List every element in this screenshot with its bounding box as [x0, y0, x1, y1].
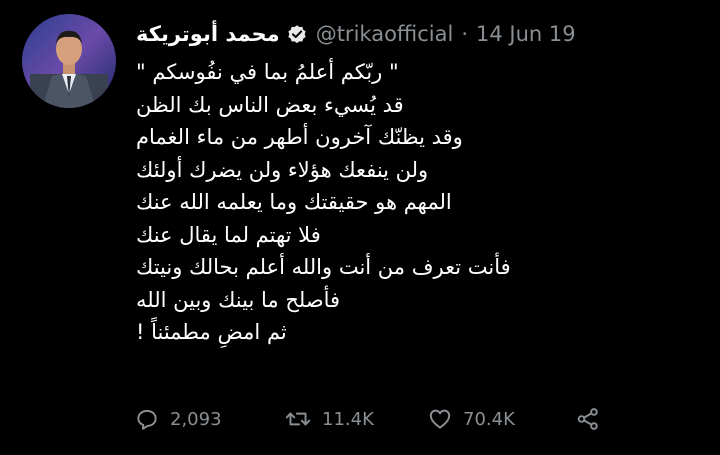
tweet-line: قد يُسيء بعض الناس بك الظن	[136, 92, 404, 117]
share-button[interactable]	[575, 406, 601, 432]
user-handle[interactable]: @trikaofficial	[316, 22, 454, 46]
tweet-text: " ربّكم أعلمُ بما في نفُوسكم " قد يُسيء …	[136, 56, 591, 349]
tweet-line: " ربّكم أعلمُ بما في نفُوسكم "	[136, 60, 399, 84]
tweet-card: محمد أبوتريكة @trikaofficial · 14 Jun 19…	[0, 0, 720, 455]
tweet-line: ثم امضِ مطمئناً !	[136, 320, 287, 344]
tweet-line: وقد يظنّك آخرون أطهر من ماء الغمام	[136, 125, 463, 149]
tweet-line: فلا تهتم لما يقال عنك	[136, 222, 321, 247]
like-count: 70.4K	[463, 408, 515, 430]
like-button[interactable]: 70.4K	[427, 406, 575, 432]
tweet-line: ولن ينفعك هؤلاء ولن يضرك أولئك	[136, 157, 429, 182]
display-name[interactable]: محمد أبوتريكة	[136, 22, 280, 46]
meta-separator: ·	[461, 22, 468, 46]
retweet-icon	[284, 406, 312, 432]
heart-icon	[427, 406, 453, 432]
reply-count: 2,093	[170, 408, 222, 430]
retweet-count: 11.4K	[322, 408, 374, 430]
reply-button[interactable]: 2,093	[134, 406, 284, 432]
verified-badge-icon	[286, 23, 308, 45]
share-icon	[575, 406, 601, 432]
tweet-header: محمد أبوتريكة @trikaofficial · 14 Jun 19	[136, 18, 576, 50]
tweet-line: فأنت تعرف من أنت والله أعلم بحالك ونيتك	[136, 255, 511, 279]
tweet-date[interactable]: 14 Jun 19	[476, 22, 576, 46]
tweet-meta: @trikaofficial · 14 Jun 19	[316, 22, 576, 46]
tweet-line: فأصلح ما بينك وبين الله	[136, 287, 341, 312]
reply-icon	[134, 406, 160, 432]
tweet-actions: 2,093 11.4K 70.4K	[134, 403, 601, 435]
tweet-line: المهم هو حقيقتك وما يعلمه الله عنك	[136, 190, 452, 214]
avatar[interactable]	[22, 14, 116, 108]
retweet-button[interactable]: 11.4K	[284, 406, 427, 432]
